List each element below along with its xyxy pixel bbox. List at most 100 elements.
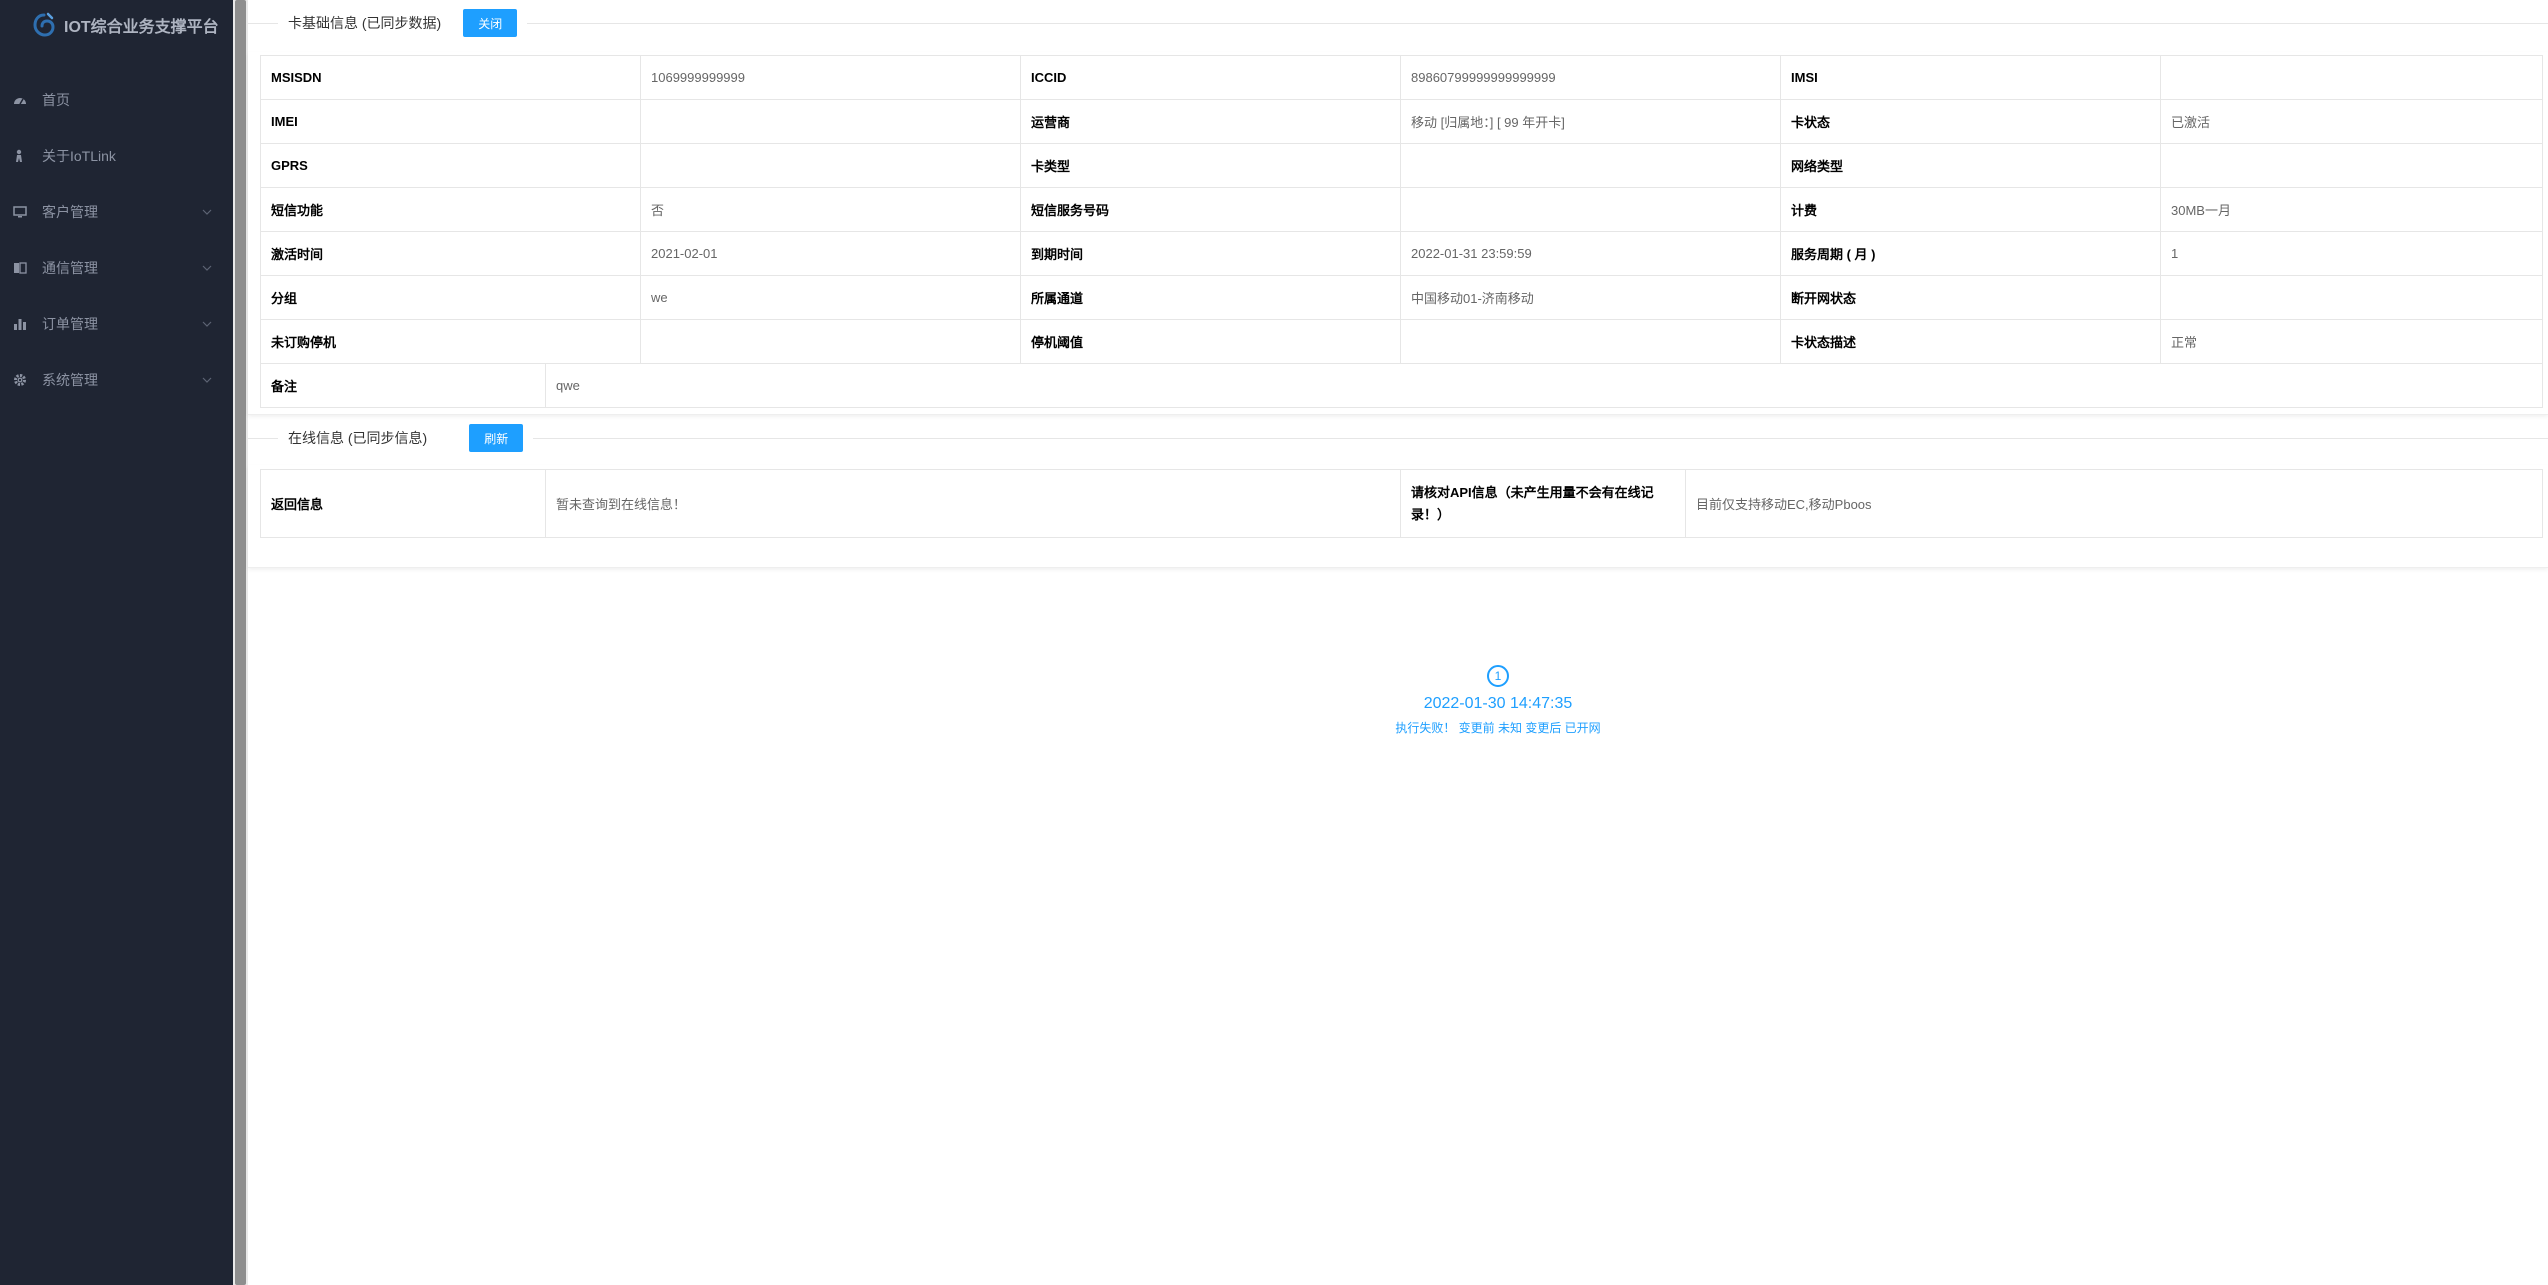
gear-icon: [12, 372, 28, 388]
table-row: 未订购停机 停机阈值 卡状态描述 正常: [260, 319, 2543, 364]
field-key: 计费: [1780, 187, 2161, 232]
field-value: 中国移动01-济南移动: [1400, 275, 1781, 320]
sidebar-item-home[interactable]: 首页: [0, 72, 233, 128]
table-row: 备注 qwe: [260, 363, 2543, 408]
field-value: 已激活: [2160, 99, 2543, 144]
timeline-time: 2022-01-30 14:47:35: [1423, 695, 1573, 712]
field-key: IMSI: [1780, 55, 2161, 100]
field-value: 1: [2160, 231, 2543, 276]
table-row: 返回信息 暂未查询到在线信息！ 请核对API信息（未产生用量不会有在线记录！） …: [260, 469, 2543, 538]
sidebar-item-label: 系统管理: [42, 372, 98, 388]
sidebar-item-orders[interactable]: 订单管理: [0, 296, 233, 352]
sidebar-item-system[interactable]: 系统管理: [0, 352, 233, 408]
field-key: 运营商: [1020, 99, 1401, 144]
field-value: 2022-01-31 23:59:59: [1400, 231, 1781, 276]
field-key: ICCID: [1020, 55, 1401, 100]
card-info-legend: 卡基础信息 (已同步数据) 关闭: [278, 8, 528, 38]
divider: [248, 438, 2548, 439]
field-value: [1400, 143, 1781, 188]
sidebar-item-label: 客户管理: [42, 204, 98, 220]
api-info-value: 目前仅支持移动EC,移动Pboos: [1685, 469, 2543, 538]
sidebar-item-communication[interactable]: 通信管理: [0, 240, 233, 296]
field-value: 2021-02-01: [640, 231, 1021, 276]
field-value: 否: [640, 187, 1021, 232]
close-button[interactable]: 关闭: [463, 9, 518, 37]
field-key: 分组: [260, 275, 641, 320]
timeline-node: 1: [1487, 665, 1509, 687]
scrollbar-track[interactable]: [233, 0, 248, 1285]
chevron-down-icon: [201, 318, 213, 330]
field-key: 短信服务号码: [1020, 187, 1401, 232]
field-value: 1069999999999: [640, 55, 1021, 100]
field-key: 到期时间: [1020, 231, 1401, 276]
monitor-icon: [12, 204, 28, 220]
field-value: 89860799999999999999: [1400, 55, 1781, 100]
card-info-header: 卡基础信息 (已同步数据) 关闭: [248, 8, 2548, 38]
table-row: 分组 we 所属通道 中国移动01-济南移动 断开网状态: [260, 275, 2543, 320]
bar-chart-icon: [12, 316, 28, 332]
person-icon: [12, 148, 28, 164]
online-info-header: 在线信息 (已同步信息) 刷新: [248, 423, 2548, 453]
field-key: 服务周期 ( 月 ): [1780, 231, 2161, 276]
return-info-value: 暂未查询到在线信息！: [545, 469, 1401, 538]
online-info-legend: 在线信息 (已同步信息) 刷新: [278, 423, 534, 453]
sidebar: IOT综合业务支撑平台 首页 关于IoTLink 客户管理 通信管理 订单管理 …: [0, 0, 233, 1285]
table-row: GPRS 卡类型 网络类型: [260, 143, 2543, 188]
field-value: [2160, 143, 2543, 188]
remark-key: 备注: [260, 363, 546, 408]
sidebar-item-customers[interactable]: 客户管理: [0, 184, 233, 240]
book-icon: [12, 260, 28, 276]
field-key: 停机阈值: [1020, 319, 1401, 364]
field-key: 卡类型: [1020, 143, 1401, 188]
field-key: 卡状态描述: [1780, 319, 2161, 364]
table-row: MSISDN 1069999999999 ICCID 8986079999999999…: [260, 55, 2543, 100]
field-key: 未订购停机: [260, 319, 641, 364]
app-title: IOT综合业务支撑平台: [64, 18, 219, 36]
sidebar-item-label: 订单管理: [42, 316, 98, 332]
card-info-title: 卡基础信息 (已同步数据): [288, 15, 442, 31]
online-info-table: 返回信息 暂未查询到在线信息！ 请核对API信息（未产生用量不会有在线记录！） …: [260, 469, 2543, 538]
remark-value: qwe: [545, 363, 2543, 408]
sidebar-item-label: 通信管理: [42, 260, 98, 276]
field-key: GPRS: [260, 143, 641, 188]
main-content: 卡基础信息 (已同步数据) 关闭 MSISDN 1069999999999 ICCI…: [248, 0, 2548, 1285]
field-key: 网络类型: [1780, 143, 2161, 188]
timeline: 1 2022-01-30 14:47:35 执行失败！ 变更前 未知 变更后 已…: [1248, 665, 1748, 736]
table-row: 短信功能否短信服务号码 计费 30MB一月: [260, 187, 2543, 232]
field-key: 所属通道: [1020, 275, 1401, 320]
online-info-panel: 返回信息 暂未查询到在线信息！ 请核对API信息（未产生用量不会有在线记录！） …: [248, 465, 2548, 568]
return-info-key: 返回信息: [260, 469, 546, 538]
divider: [248, 23, 2548, 24]
dashboard-icon: [12, 92, 28, 108]
online-info-title: 在线信息 (已同步信息): [288, 430, 428, 446]
table-row: IMEI 运营商 移动 [归属地：] [ 99 年开卡] 卡状态 已激活: [260, 99, 2543, 144]
field-value: [1400, 187, 1781, 232]
field-key: 激活时间: [260, 231, 641, 276]
field-value: 正常: [2160, 319, 2543, 364]
card-info-table: MSISDN 1069999999999 ICCID 8986079999999999…: [260, 55, 2543, 364]
field-value: [640, 319, 1021, 364]
logo-icon: [30, 11, 58, 39]
field-value: 移动 [归属地：] [ 99 年开卡]: [1400, 99, 1781, 144]
chevron-down-icon: [201, 262, 213, 274]
scrollbar-thumb[interactable]: [235, 0, 246, 1285]
api-info-key: 请核对API信息（未产生用量不会有在线记录！）: [1400, 469, 1686, 538]
remark-table: 备注 qwe: [260, 363, 2543, 408]
sidebar-item-label: 首页: [42, 92, 70, 108]
field-value: [640, 143, 1021, 188]
field-key: 短信功能: [260, 187, 641, 232]
card-info-panel: MSISDN 1069999999999 ICCID 8986079999999999…: [248, 52, 2548, 415]
field-key: MSISDN: [260, 55, 641, 100]
sidebar-item-label: 关于IoTLink: [42, 148, 116, 164]
field-value: [640, 99, 1021, 144]
chevron-down-icon: [201, 374, 213, 386]
table-row: 激活时间 2021-02-01 到期时间 2022-01-31 23:59:59 服务周…: [260, 231, 2543, 276]
timeline-message: 执行失败！ 变更前 未知 变更后 已开网: [1395, 721, 1601, 735]
field-value: [1400, 319, 1781, 364]
refresh-button[interactable]: 刷新: [469, 424, 524, 452]
sidebar-item-about[interactable]: 关于IoTLink: [0, 128, 233, 184]
field-value: 30MB一月: [2160, 187, 2543, 232]
app-logo[interactable]: IOT综合业务支撑平台: [0, 0, 233, 49]
chevron-down-icon: [201, 206, 213, 218]
field-value: [2160, 55, 2543, 100]
